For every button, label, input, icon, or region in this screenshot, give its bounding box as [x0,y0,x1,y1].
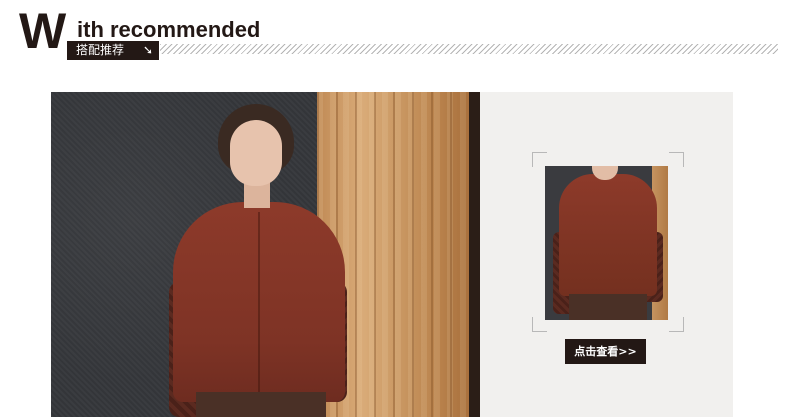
section-subtitle: 搭配推荐 [76,43,125,57]
section-header: W ith recommended 搭配推荐 ➘ [0,0,790,70]
hatched-divider [160,44,778,54]
section-subtitle-tag: 搭配推荐 ➘ [67,41,159,60]
arrow-down-right-icon: ➘ [142,43,153,57]
model-face [230,120,282,186]
frame-corner [669,152,684,167]
product-side-panel: 点击查看>> [480,92,733,417]
model-photo [51,92,480,417]
view-details-button[interactable]: 点击查看>> [565,339,646,364]
section-title-initial: W [19,3,66,59]
frame-corner [669,317,684,332]
frame-corner [532,152,547,167]
product-thumbnail[interactable] [545,166,668,320]
section-title: ith recommended [77,17,261,42]
